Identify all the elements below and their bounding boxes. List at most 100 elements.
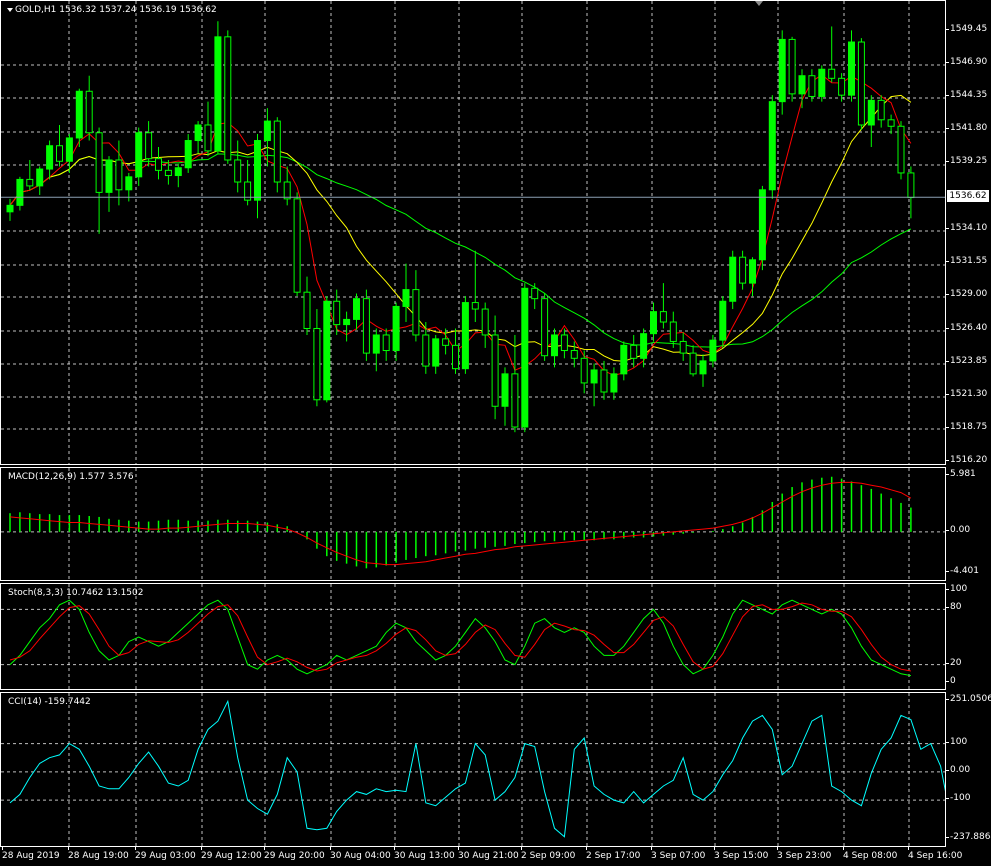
candle-body	[452, 344, 459, 370]
candle-body	[848, 41, 855, 96]
candle-body	[442, 338, 450, 346]
candle-body	[46, 145, 54, 170]
candle-body	[511, 373, 519, 428]
candle-body	[372, 334, 380, 354]
axis-label: 100	[945, 584, 968, 594]
candle-body	[689, 352, 697, 375]
macd-canvas[interactable]	[1, 468, 945, 580]
candle-body	[323, 300, 331, 401]
candle-body	[105, 159, 113, 193]
time-label: 2 Sep 09:00	[521, 847, 576, 861]
candle-body	[560, 334, 568, 352]
candle-body	[362, 298, 370, 354]
candle-body	[640, 333, 648, 359]
candle-body	[353, 298, 360, 320]
candle-body	[155, 158, 162, 171]
cci-line	[9, 699, 945, 838]
chart-menu-triangle-icon[interactable]	[7, 8, 13, 12]
time-label: 28 Aug 19:00	[68, 847, 129, 861]
candle-body	[422, 334, 430, 367]
axis-label: 0.00	[945, 764, 971, 775]
candle-body	[590, 369, 598, 384]
candle-body	[531, 287, 539, 300]
candle-body	[620, 344, 628, 375]
candle-body	[16, 178, 24, 206]
axis-label: 100	[945, 736, 968, 747]
candle-body	[95, 132, 103, 193]
candle-body	[65, 137, 73, 162]
candle-body	[630, 344, 638, 359]
stochastic-canvas[interactable]	[1, 584, 945, 689]
time-label: 4 Sep 08:00	[843, 847, 898, 861]
macd-label: MACD(12,26,9) 1.577 3.576	[8, 472, 134, 482]
cci-canvas[interactable]	[1, 693, 945, 846]
candle-body	[224, 36, 232, 161]
candle-body	[36, 168, 44, 187]
price-chart-canvas[interactable]	[1, 1, 945, 464]
axis-label: 0.00	[945, 524, 971, 535]
candle-body	[838, 77, 846, 96]
candle-body	[857, 41, 865, 126]
candle-body	[333, 300, 341, 326]
candle-body	[283, 181, 291, 200]
candle-body	[234, 159, 242, 183]
cci-pane[interactable]: CCI(14) -159.7442	[0, 692, 946, 847]
candle-body	[214, 36, 222, 152]
axis-label: 1516.20	[945, 455, 988, 465]
candle-body	[867, 99, 875, 126]
axis-label: 1521.30	[945, 388, 988, 399]
axis-label: 1529.00	[945, 289, 988, 300]
candle-body	[580, 357, 588, 384]
axis-label: 80	[945, 602, 962, 613]
candle-body	[877, 99, 885, 121]
axis-label: 0	[946, 676, 956, 686]
chart-shift-marker-icon[interactable]	[755, 1, 763, 6]
candle-body	[679, 340, 687, 354]
candle-body	[521, 287, 529, 428]
axis-label: 1546.90	[945, 57, 988, 68]
stochastic-label: Stoch(8,3,3) 10.7462 13.1502	[8, 588, 144, 598]
time-label: 30 Aug 21:00	[458, 847, 519, 861]
axis-label: 1541.80	[945, 123, 988, 134]
price-chart-pane[interactable]: GOLD,H1 1536.32 1537.24 1536.19 1536.62	[0, 0, 946, 465]
candle-body	[412, 289, 420, 336]
time-label: 3 Sep 15:00	[714, 847, 769, 861]
candle-body	[145, 132, 153, 160]
candle-body	[699, 360, 707, 375]
candle-body	[481, 308, 489, 336]
time-label: 3 Sep 07:00	[651, 847, 706, 861]
candle-body	[739, 256, 747, 284]
candle-body	[273, 120, 281, 183]
candle-body	[610, 373, 618, 393]
candle-body	[461, 302, 469, 370]
candle-body	[719, 300, 727, 341]
axis-label: 1544.35	[945, 90, 988, 101]
candle-body	[788, 38, 796, 95]
symbol-title: GOLD,H1 1536.32 1537.24 1536.19 1536.62	[15, 5, 217, 15]
candle-body	[907, 172, 915, 199]
candle-body	[659, 311, 667, 323]
candle-body	[887, 119, 895, 127]
candle-body	[541, 298, 549, 357]
axis-label: 1526.40	[945, 322, 988, 333]
candle-body	[749, 259, 756, 284]
stochastic-pane[interactable]: Stoch(8,3,3) 10.7462 13.1502	[0, 583, 946, 690]
candle-body	[818, 68, 826, 97]
candle-body	[402, 289, 410, 307]
candle-body	[432, 338, 440, 367]
axis-label: 1539.25	[945, 156, 988, 167]
candle-body	[778, 38, 786, 103]
candle-body	[125, 176, 133, 191]
macd-pane[interactable]: MACD(12,26,9) 1.577 3.576	[0, 467, 946, 581]
cci-axis: 251.0506 100 0.00 -100 -237.8864	[945, 692, 991, 847]
stochastic-axis: 100 80 20 0	[945, 583, 991, 690]
cci-label: CCI(14) -159.7442	[8, 697, 91, 707]
candle-body	[115, 159, 123, 191]
time-label: 29 Aug 12:00	[201, 847, 262, 861]
candle-body	[491, 334, 499, 407]
axis-label: -237.8864	[945, 832, 991, 842]
candle-body	[758, 189, 766, 261]
axis-label: 251.0506	[946, 694, 991, 704]
time-label: 29 Aug 03:00	[135, 847, 196, 861]
axis-label: 20	[945, 657, 962, 668]
